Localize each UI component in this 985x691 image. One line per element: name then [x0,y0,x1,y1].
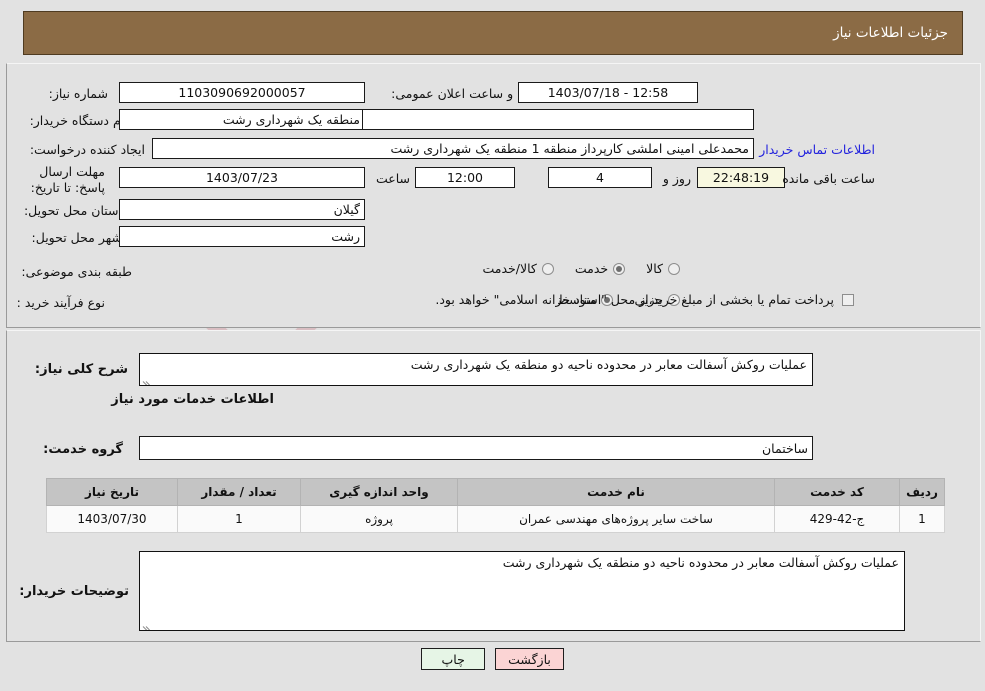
deadline-label: مهلت ارسال پاسخ: تا تاریخ: [30,164,105,195]
general-desc-label: شرح کلی نیاز: [34,362,128,377]
deadline-countdown-field: 22:48:19 [697,167,785,188]
creator-field[interactable]: محمدعلی امینی املشی کارپرداز منطقه 1 منط… [152,138,754,159]
page-title: جزئیات اطلاعات نیاز [23,11,963,55]
footer-button-row: بازگشت چاپ [0,648,985,670]
announce-datetime-field[interactable]: 1403/07/18 - 12:58 [518,82,698,103]
radio-subject-khedmat-label: خدمت [574,261,609,276]
cell-code: ج-42-429 [774,505,900,533]
creator-label: ایجاد کننده درخواست: [29,142,145,157]
need-number-label: شماره نیاز: [48,86,108,101]
buyer-org-extra-field[interactable] [362,109,754,130]
buyer-org-label: نام دستگاه خریدار: [29,113,128,128]
treasury-bond-checkbox[interactable] [842,293,854,306]
buyer-org-field[interactable]: منطقه یک شهرداری رشت [119,109,365,130]
treasury-bond-label: پرداخت تمام یا بخشی از مبلغ خرید،از محل … [435,292,834,307]
purchase-type-label: نوع فرآیند خرید : [16,295,105,310]
province-field[interactable]: گیلان [119,199,365,220]
buyer-notes-textarea[interactable]: عملیات روکش آسفالت معابر در محدوده ناحیه… [139,551,905,631]
deadline-date-field[interactable]: 1403/07/23 [119,167,365,188]
radio-subject-kala-label: کالا [646,261,663,276]
col-quantity: تعداد / مقدار [177,478,301,506]
col-need-date: تاریخ نیاز [46,478,178,506]
buyer-notes-text: عملیات روکش آسفالت معابر در محدوده ناحیه… [502,555,899,570]
col-code: کد خدمت [774,478,900,506]
services-table: ردیف کد خدمت نام خدمت واحد اندازه گیری ت… [46,478,945,533]
cell-unit: پروژه [300,505,458,533]
deadline-days-field[interactable]: 4 [548,167,652,188]
resize-grip-icon-2[interactable] [142,618,153,629]
page-root: AriaTender.net جزئیات اطلاعات نیاز شماره… [0,0,985,691]
radio-subject-kala[interactable] [668,262,680,275]
radio-subject-kala-khedmat[interactable] [541,262,554,275]
service-group-label: گروه خدمت: [43,442,123,457]
table-row: 1 ج-42-429 ساخت سایر پروژه‌های مهندسی عم… [46,505,945,533]
services-section-heading: اطلاعات خدمات مورد نیاز [111,392,274,407]
service-group-field[interactable]: ساختمان [139,436,813,460]
city-field[interactable]: رشت [119,226,365,247]
subject-category-label: طبقه بندی موضوعی: [21,264,132,279]
general-desc-textarea[interactable]: عملیات روکش آسفالت معابر در محدوده ناحیه… [139,353,813,386]
cell-index: 1 [899,505,945,533]
col-index: ردیف [899,478,945,506]
back-button[interactable]: بازگشت [495,648,564,670]
page-title-text: جزئیات اطلاعات نیاز [833,25,948,41]
radio-subject-kala-khedmat-label: کالا/خدمت [482,261,537,276]
cell-name: ساخت سایر پروژه‌های مهندسی عمران [457,505,775,533]
deadline-days-label: روز و [662,171,691,186]
col-name: نام خدمت [457,478,775,506]
city-label: شهر محل تحویل: [31,230,122,245]
deadline-remaining-label: ساعت باقی مانده [782,171,875,186]
radio-subject-khedmat[interactable] [613,262,626,275]
print-button[interactable]: چاپ [421,648,486,670]
deadline-time-label: ساعت [375,171,410,186]
province-label: استان محل تحویل: [23,203,122,218]
resize-grip-icon[interactable] [142,373,153,384]
buyer-contact-link[interactable]: اطلاعات تماس خریدار [759,142,875,157]
col-unit: واحد اندازه گیری [300,478,458,506]
buyer-notes-label: توضیحات خریدار: [19,584,129,599]
cell-need-date: 1403/07/30 [46,505,178,533]
table-header-row: ردیف کد خدمت نام خدمت واحد اندازه گیری ت… [46,478,945,506]
cell-quantity: 1 [177,505,301,533]
deadline-time-field[interactable]: 12:00 [415,167,515,188]
need-number-field[interactable]: 1103090692000057 [119,82,365,103]
general-desc-text: عملیات روکش آسفالت معابر در محدوده ناحیه… [410,357,807,372]
